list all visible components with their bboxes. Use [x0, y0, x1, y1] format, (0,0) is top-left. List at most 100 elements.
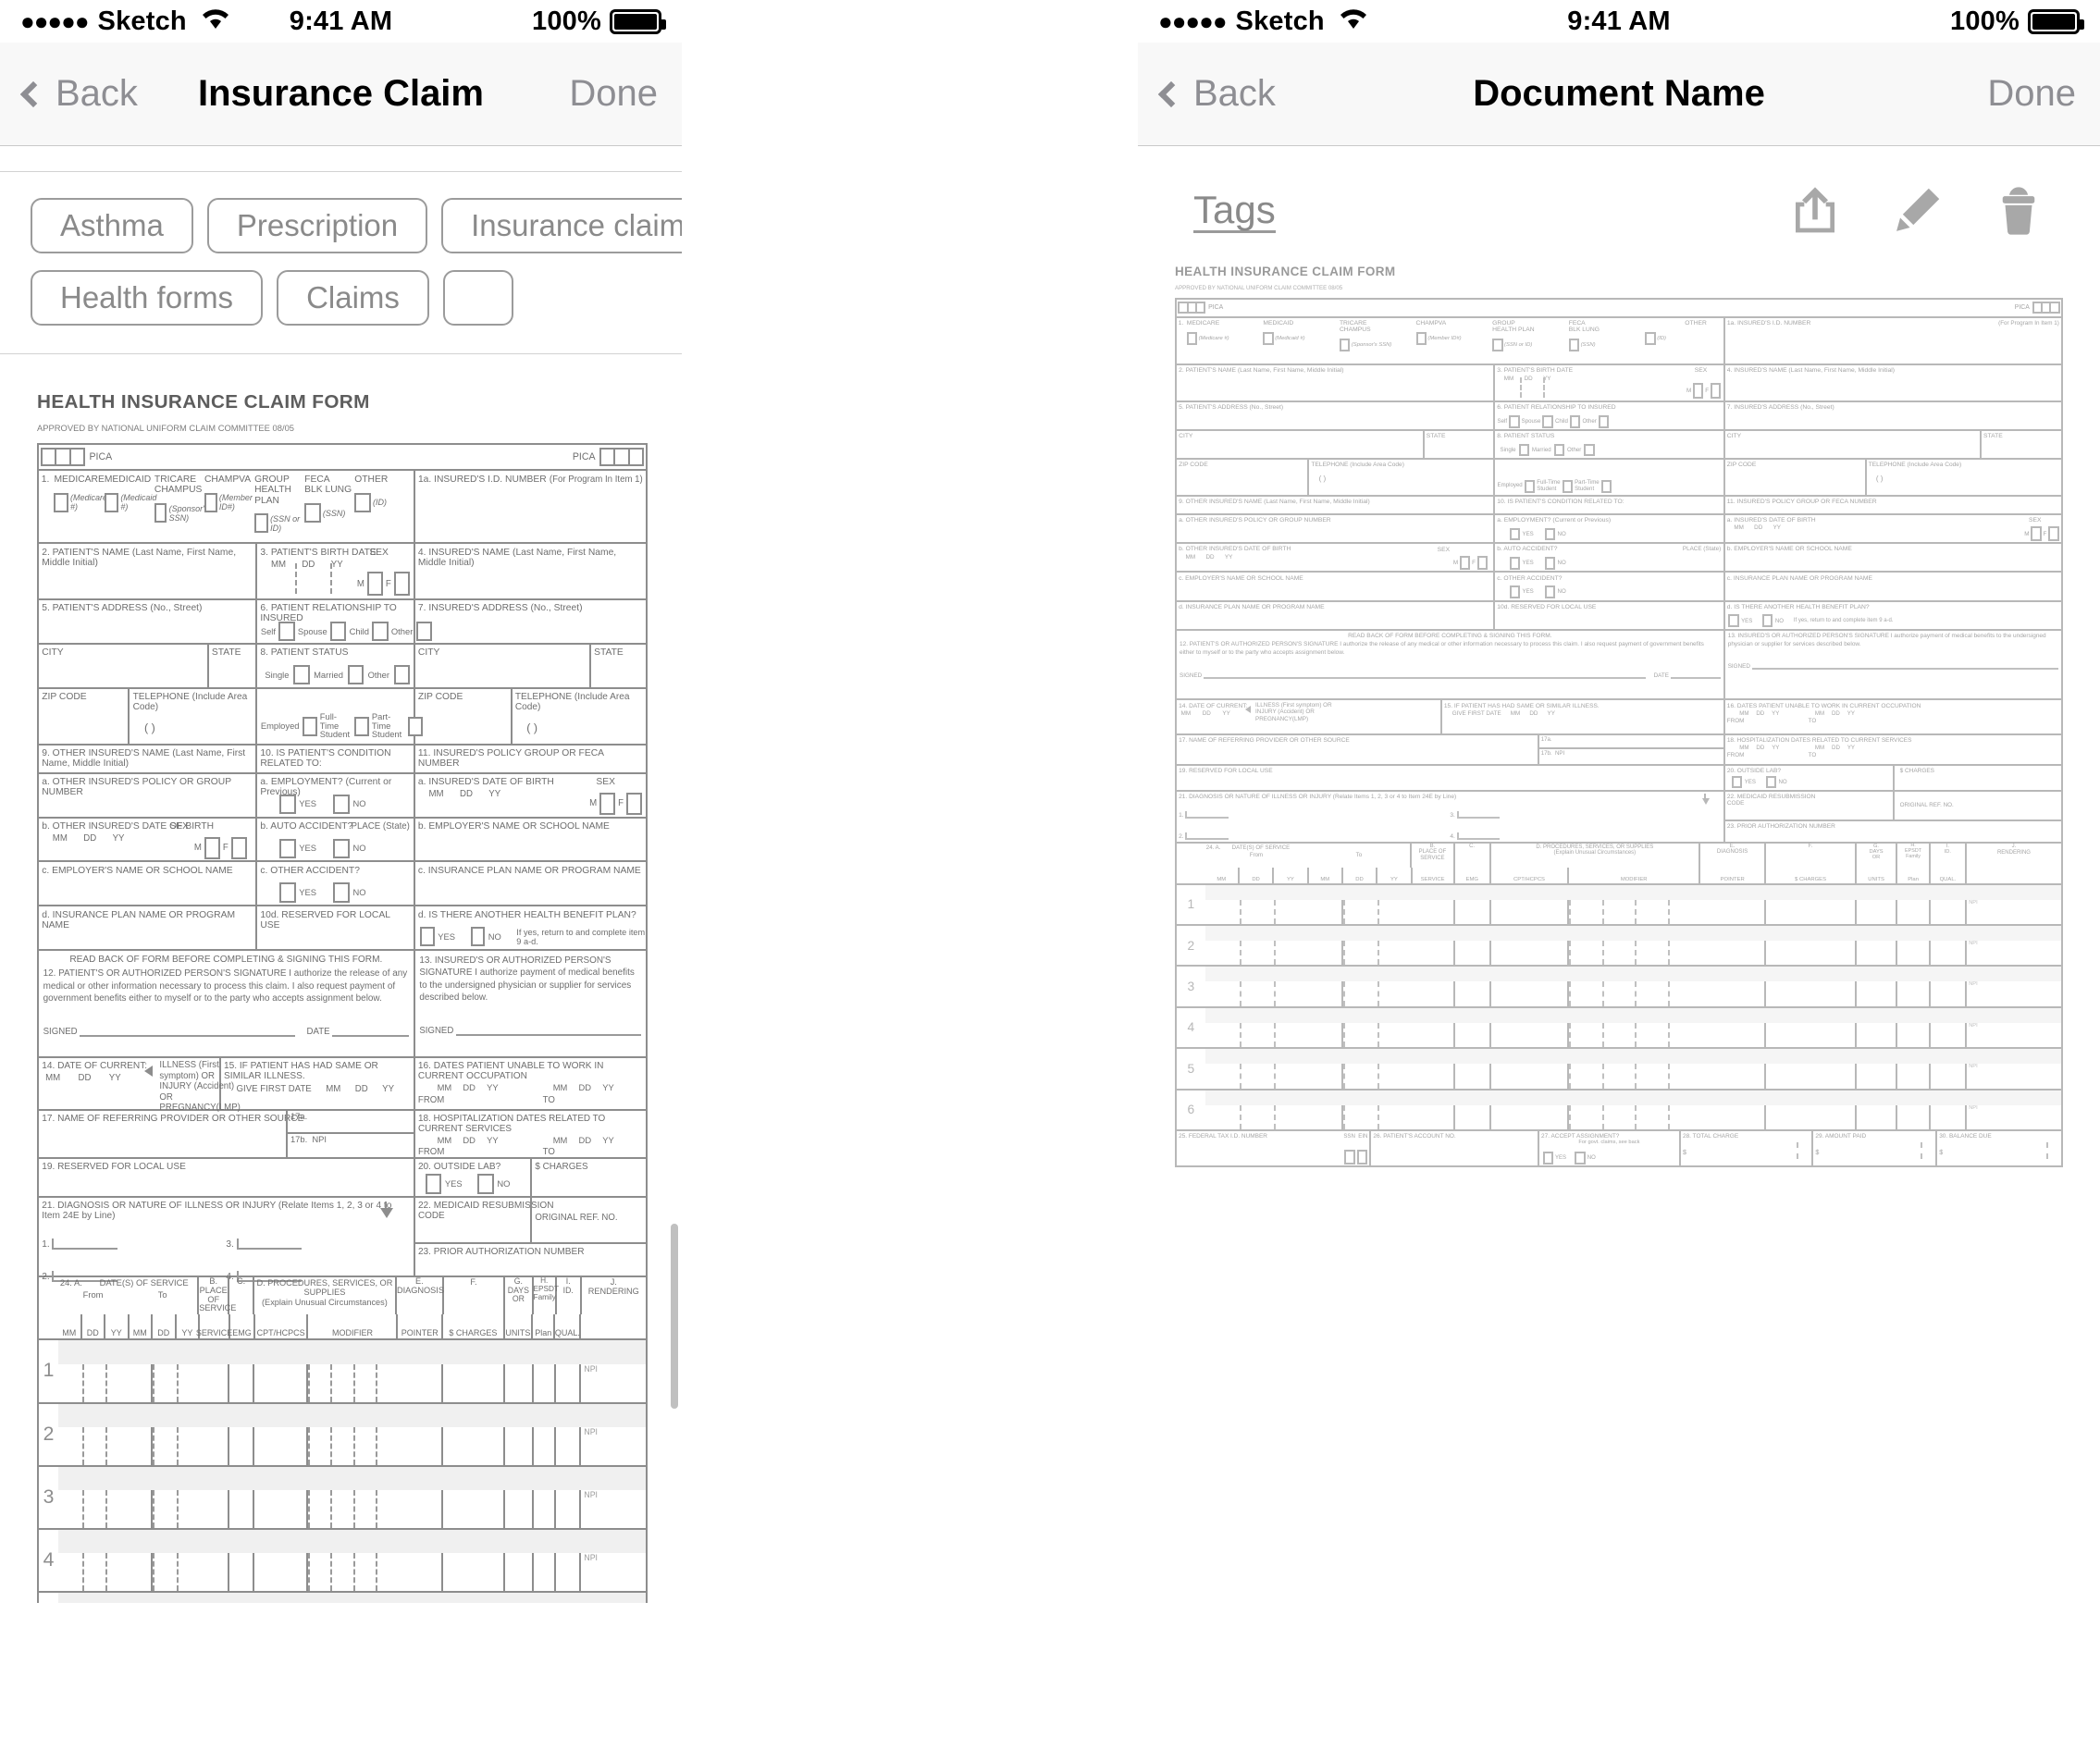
form-checkbox[interactable]	[420, 927, 435, 947]
form-checkbox[interactable]	[2031, 526, 2042, 542]
form-checkbox[interactable]	[302, 716, 317, 737]
trash-delete-icon[interactable]	[1993, 185, 2044, 237]
tag-chip[interactable]: Asthma	[31, 198, 193, 253]
form-checkbox[interactable]	[154, 502, 167, 524]
field-label: 1a. INSURED'S I.D. NUMBER	[417, 474, 547, 486]
form-checkbox[interactable]	[279, 838, 296, 858]
form-checkbox[interactable]	[1728, 614, 1739, 628]
done-button[interactable]: Done	[569, 73, 658, 115]
form-checkbox[interactable]	[1339, 339, 1351, 351]
form-checkbox[interactable]	[304, 502, 321, 524]
form-checkbox[interactable]	[1544, 556, 1556, 570]
form-checkbox[interactable]	[204, 836, 221, 859]
form-checkbox[interactable]	[1762, 614, 1773, 628]
form-checkbox[interactable]	[54, 492, 68, 512]
form-checkbox[interactable]	[329, 622, 347, 642]
form-checkbox[interactable]	[1544, 527, 1556, 541]
form-checkbox[interactable]	[1524, 479, 1536, 493]
form-checkbox[interactable]	[1492, 339, 1503, 351]
tag-chip[interactable]: Health forms	[31, 270, 264, 326]
claim-form-preview-left[interactable]: HEALTH INSURANCE CLAIM FORM APPROVED BY N…	[0, 354, 682, 1603]
form-checkbox[interactable]	[333, 882, 350, 903]
form-checkbox[interactable]	[627, 447, 645, 467]
back-button[interactable]: Back	[1157, 73, 1276, 115]
form-checkbox[interactable]	[1509, 556, 1521, 570]
tag-chip[interactable]: Claims	[277, 270, 429, 326]
tags-link[interactable]: Tags	[1193, 188, 1276, 234]
program-label: FECA BLK LUNG	[1568, 319, 1600, 334]
form-checkbox[interactable]	[393, 571, 411, 597]
form-checkbox[interactable]	[279, 882, 296, 903]
form-checkbox[interactable]	[1645, 331, 1656, 345]
form-checkbox[interactable]	[204, 492, 217, 512]
form-checkbox[interactable]	[470, 927, 486, 947]
form-checkbox[interactable]	[1356, 1150, 1367, 1165]
form-checkbox[interactable]	[353, 716, 369, 737]
form-checkbox[interactable]	[1553, 443, 1565, 457]
form-checkbox[interactable]	[254, 513, 268, 534]
form-checkbox[interactable]	[1518, 443, 1529, 457]
share-icon[interactable]	[1789, 185, 1841, 237]
form-checkbox[interactable]	[2048, 526, 2059, 542]
scrollbar-thumb[interactable]	[671, 1224, 678, 1409]
form-checkbox[interactable]	[425, 1174, 442, 1194]
form-checkbox[interactable]	[1765, 775, 1777, 789]
field-label: 5. PATIENT'S ADDRESS (No., Street)	[42, 603, 203, 614]
form-checkbox[interactable]	[1476, 555, 1489, 571]
form-checkbox[interactable]	[1584, 443, 1595, 457]
form-checkbox[interactable]	[1509, 527, 1521, 541]
form-checkbox[interactable]	[68, 447, 86, 467]
form-checkbox[interactable]	[347, 664, 364, 685]
form-checkbox[interactable]	[279, 794, 296, 814]
form-checkbox[interactable]	[625, 792, 643, 815]
pica-strip: PICA PICA	[1175, 298, 2063, 316]
form-checkbox[interactable]	[1575, 1151, 1586, 1165]
form-checkbox[interactable]	[1544, 585, 1556, 598]
form-checkbox[interactable]	[599, 792, 616, 815]
form-checkbox[interactable]	[354, 492, 371, 512]
tag-chip[interactable]: Prescription	[206, 198, 428, 253]
form-checkbox[interactable]	[1731, 775, 1743, 789]
form-checkbox[interactable]	[104, 492, 119, 512]
form-checkbox[interactable]	[1263, 331, 1274, 345]
form-checkbox[interactable]	[1509, 414, 1520, 428]
field-label: 10. IS PATIENT'S CONDITION RELATED TO:	[1497, 498, 1624, 505]
form-checkbox[interactable]	[1459, 555, 1471, 571]
program-label: CHAMPVA	[204, 474, 252, 486]
claim-form-preview-right[interactable]: HEALTH INSURANCE CLAIM FORM APPROVED BY N…	[1138, 265, 2100, 1680]
form-checkbox[interactable]	[1415, 331, 1427, 345]
form-checkbox[interactable]	[1509, 585, 1521, 598]
form-checkbox[interactable]	[1598, 414, 1610, 428]
form-checkbox[interactable]	[1194, 302, 1206, 314]
back-button[interactable]: Back	[19, 73, 138, 115]
add-tag-chip[interactable]	[442, 270, 513, 326]
form-checkbox[interactable]	[278, 622, 295, 642]
form-checkbox[interactable]	[2049, 302, 2060, 314]
done-button[interactable]: Done	[1987, 73, 2076, 115]
form-checkbox[interactable]	[230, 836, 247, 859]
form-checkbox[interactable]	[1600, 479, 1612, 493]
form-checkbox[interactable]	[1562, 479, 1573, 493]
form-checkbox[interactable]	[366, 571, 384, 597]
form-checkbox[interactable]	[333, 794, 350, 814]
form-checkbox[interactable]	[1693, 382, 1704, 399]
program-label: CHAMPVA	[1415, 319, 1447, 327]
form-checkbox[interactable]	[1542, 414, 1553, 428]
form-checkbox[interactable]	[393, 664, 411, 685]
tag-chip[interactable]: Insurance claim	[441, 198, 682, 253]
form-checkbox[interactable]	[1568, 339, 1580, 351]
form-checkbox[interactable]	[1186, 331, 1198, 345]
service-table-header: 24. A. DATE(S) OF SERVICE From To B. PLACE OF…	[39, 1277, 646, 1341]
form-checkbox[interactable]	[372, 622, 389, 642]
pencil-edit-icon[interactable]	[1891, 185, 1943, 237]
program-sublabel: (ID)	[1657, 335, 1666, 341]
form-checkbox[interactable]	[1710, 382, 1722, 399]
status-left-group: ●●●●● Sketch	[20, 6, 231, 37]
form-checkbox[interactable]	[333, 838, 350, 858]
form-checkbox[interactable]	[293, 664, 310, 685]
form-checkbox[interactable]	[477, 1174, 494, 1194]
form-row-19: 19. RESERVED FOR LOCAL USE 20. OUTSIDE LA…	[1177, 766, 2061, 792]
form-checkbox[interactable]	[1542, 1151, 1553, 1165]
form-checkbox[interactable]	[1570, 414, 1581, 428]
form-checkbox[interactable]	[1344, 1150, 1355, 1165]
